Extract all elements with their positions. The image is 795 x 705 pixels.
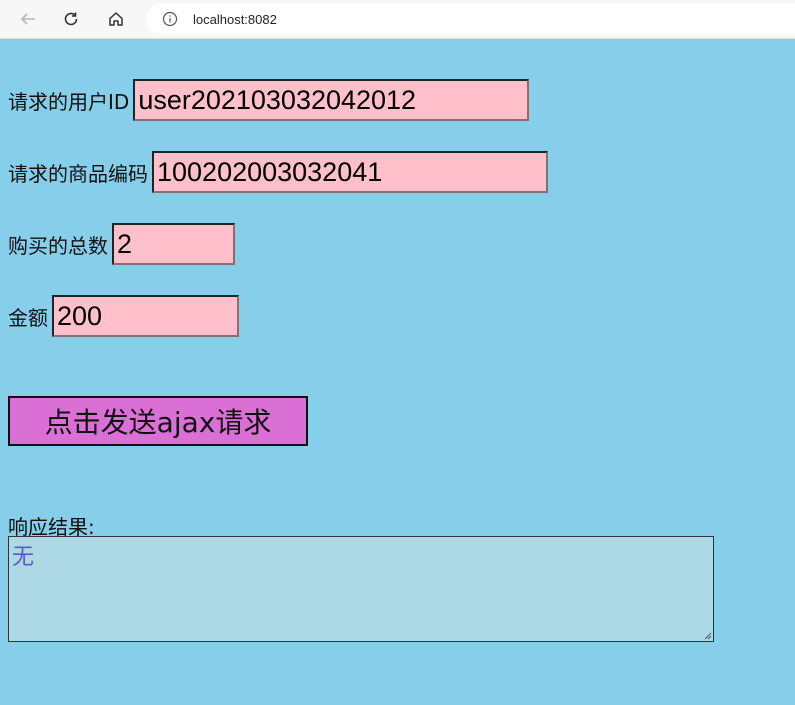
resize-grip-icon[interactable] xyxy=(702,630,712,640)
product-code-label: 请求的商品编码 xyxy=(8,161,148,186)
amount-row: 金额 xyxy=(8,295,239,337)
reload-button[interactable] xyxy=(58,6,84,32)
amount-label: 金额 xyxy=(8,305,48,330)
send-ajax-button[interactable]: 点击发送ajax请求 xyxy=(8,396,308,446)
browser-toolbar: localhost:8082 xyxy=(0,0,795,39)
response-textarea[interactable]: 无 xyxy=(8,536,714,642)
info-icon[interactable] xyxy=(162,11,178,27)
home-button[interactable] xyxy=(103,6,129,32)
back-button[interactable] xyxy=(15,6,41,32)
product-code-input[interactable] xyxy=(152,151,548,193)
user-id-row: 请求的用户ID xyxy=(8,79,530,121)
url-text: localhost:8082 xyxy=(193,11,277,27)
product-code-row: 请求的商品编码 xyxy=(8,151,548,193)
quantity-row: 购买的总数 xyxy=(8,223,235,265)
user-id-input[interactable] xyxy=(133,79,530,121)
address-bar[interactable]: localhost:8082 xyxy=(146,3,795,35)
reload-icon xyxy=(64,12,78,26)
amount-input[interactable] xyxy=(52,295,239,337)
quantity-label: 购买的总数 xyxy=(8,233,108,258)
home-icon xyxy=(109,12,123,26)
user-id-label: 请求的用户ID xyxy=(8,89,130,114)
back-arrow-icon xyxy=(20,13,35,25)
quantity-input[interactable] xyxy=(112,223,235,265)
response-text: 无 xyxy=(12,545,35,570)
